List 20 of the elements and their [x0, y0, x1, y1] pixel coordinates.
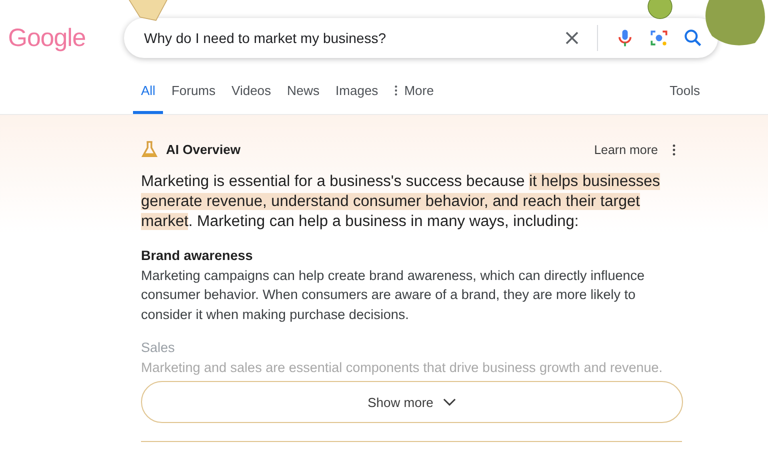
- search-field[interactable]: Why do I need to market my business?: [142, 29, 549, 47]
- search-icon[interactable]: [682, 27, 704, 49]
- show-more-button[interactable]: Show more: [141, 381, 683, 423]
- overview-summary: Marketing is essential for a business's success because it helps businesses generate revenue, understand consumer behavior, and reach their target market. Marketing can help a business in many ways, including:: [141, 172, 662, 232]
- search-tab[interactable]: Forums: [163, 80, 224, 114]
- search-tab[interactable]: News: [279, 80, 328, 114]
- learn-more-link[interactable]: Learn more: [594, 142, 658, 156]
- tools-tab[interactable]: Tools: [662, 80, 708, 114]
- section-heading: Sales: [141, 339, 176, 357]
- chevron-down-icon: [443, 398, 456, 406]
- flask-icon: [141, 141, 158, 158]
- search-tab[interactable]: Images: [328, 80, 386, 114]
- search-tab[interactable]: More: [386, 80, 442, 114]
- overview-title: AI Overview: [166, 142, 240, 157]
- section-text: Marketing campaigns can help create brand awareness, which can directly influence consumer behavior. When consumers are aware of a brand, they are more likely to consider it when making purchase decisions.: [141, 266, 646, 324]
- section-text: Marketing and sales are essential components that drive business growth and revenue.: [141, 358, 664, 377]
- more-vertical-icon: [394, 85, 398, 96]
- more-vertical-icon[interactable]: [672, 144, 676, 156]
- section-heading: Brand awareness: [141, 247, 254, 265]
- search-tab[interactable]: Videos: [224, 80, 280, 114]
